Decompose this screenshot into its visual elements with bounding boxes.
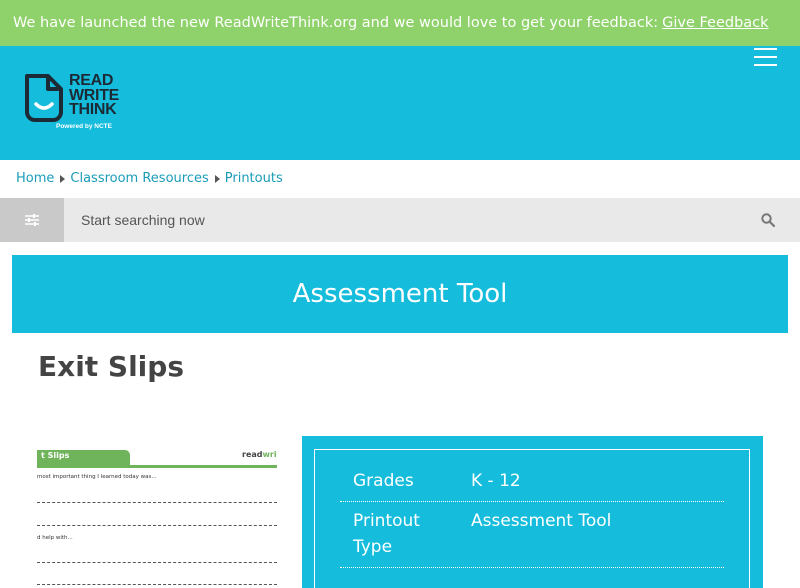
search-button[interactable] — [754, 206, 782, 234]
chevron-right-icon — [214, 174, 220, 183]
search-input[interactable] — [64, 198, 744, 242]
thumbnail-divider — [37, 465, 277, 468]
breadcrumb-home[interactable]: Home — [16, 171, 54, 186]
give-feedback-link[interactable]: Give Feedback — [662, 15, 768, 31]
thumbnail-prompt: d help with... — [37, 535, 73, 541]
logo-wordmark: READ WRITE THINK — [69, 72, 120, 118]
detail-row-grades: Grades K - 12 — [340, 468, 724, 502]
thumbnail-prompt: most important thing I learned today was… — [37, 474, 157, 480]
logo-tagline: Powered by NCTE — [56, 123, 112, 130]
detail-value: K - 12 — [471, 471, 521, 491]
resource-type-banner: Assessment Tool — [12, 255, 788, 333]
site-logo[interactable]: READ WRITE THINK Powered by NCTE — [24, 72, 134, 136]
search-bar — [0, 198, 800, 242]
menu-bar — [754, 64, 777, 66]
search-icon — [761, 213, 775, 227]
breadcrumb: Home Classroom Resources Printouts — [16, 160, 283, 197]
breadcrumb-printouts[interactable]: Printouts — [225, 171, 283, 186]
thumbnail-answer-line — [37, 562, 277, 563]
menu-bar — [754, 56, 777, 58]
page-title: Exit Slips — [38, 350, 184, 383]
thumbnail-brand: readwrite — [242, 450, 277, 459]
breadcrumb-classroom-resources[interactable]: Classroom Resources — [70, 171, 208, 186]
sliders-icon — [25, 214, 39, 226]
logo-page-icon — [25, 74, 63, 122]
resource-details-frame: Grades K - 12 Printout Type Assessment T… — [314, 449, 750, 588]
feedback-banner-text: We have launched the new ReadWriteThink.… — [13, 15, 659, 31]
thumbnail-tab: t Slips — [37, 450, 130, 465]
detail-value: Assessment Tool — [471, 511, 612, 531]
detail-row-printout-type: Printout Type Assessment Tool — [340, 508, 724, 568]
feedback-banner: We have launched the new ReadWriteThink.… — [0, 0, 800, 46]
thumbnail-answer-line — [37, 502, 277, 503]
thumbnail-answer-line — [37, 525, 277, 526]
menu-bar — [754, 48, 777, 50]
thumbnail-answer-line — [37, 584, 277, 585]
detail-label: Printout Type — [353, 511, 420, 557]
printout-thumbnail[interactable]: t Slips readwrite most important thing I… — [37, 440, 277, 588]
resource-details-panel: Grades K - 12 Printout Type Assessment T… — [302, 436, 763, 588]
hamburger-menu-button[interactable] — [750, 46, 782, 72]
detail-label: Grades — [353, 471, 414, 491]
thumbnail-tab-label: t Slips — [41, 451, 70, 460]
filter-button[interactable] — [0, 198, 64, 242]
site-header: READ WRITE THINK Powered by NCTE — [0, 46, 800, 160]
chevron-right-icon — [60, 174, 66, 183]
